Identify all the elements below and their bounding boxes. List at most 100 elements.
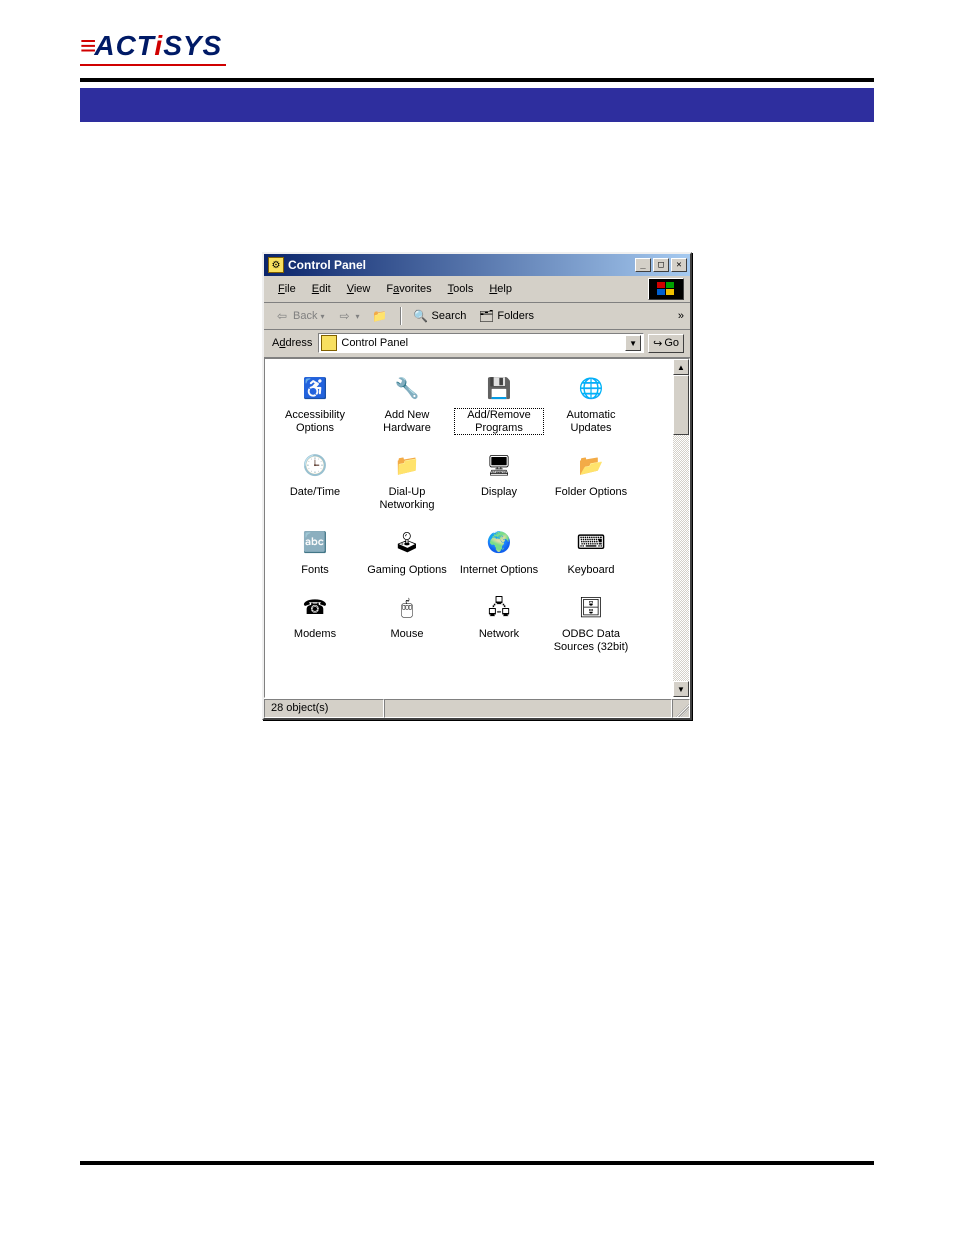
status-object-count: 28 object(s) bbox=[264, 699, 384, 718]
scroll-down-button[interactable]: ▼ bbox=[673, 681, 689, 697]
up-button[interactable]: 📁 bbox=[368, 306, 392, 326]
address-dropdown-icon[interactable]: ▼ bbox=[625, 335, 641, 351]
vertical-scrollbar[interactable]: ▲ ▼ bbox=[673, 359, 689, 697]
item-label: Network bbox=[455, 628, 543, 641]
toolbar-separator bbox=[400, 307, 401, 325]
item-label: Automatic Updates bbox=[547, 409, 635, 434]
control-panel-item[interactable]: 📁 Dial-Up Networking bbox=[361, 444, 453, 521]
item-label: Fonts bbox=[271, 564, 359, 577]
menu-edit[interactable]: Edit bbox=[304, 281, 339, 297]
item-icon: 🕒 bbox=[299, 450, 331, 482]
address-value: Control Panel bbox=[341, 337, 625, 349]
menu-tools[interactable]: Tools bbox=[440, 281, 482, 297]
go-label: Go bbox=[664, 337, 679, 349]
item-icon: 🖥 bbox=[483, 450, 515, 482]
search-label: Search bbox=[432, 310, 467, 322]
toolbar-overflow[interactable]: » bbox=[678, 310, 684, 322]
back-dropdown-icon: ▾ bbox=[320, 312, 324, 321]
menu-file[interactable]: File bbox=[270, 281, 304, 297]
item-label: Mouse bbox=[363, 628, 451, 641]
item-icon: 🖧 bbox=[483, 592, 515, 624]
control-panel-item[interactable]: 🕒 Date/Time bbox=[269, 444, 361, 521]
menu-help[interactable]: Help bbox=[481, 281, 520, 297]
address-icon bbox=[321, 335, 337, 351]
go-button[interactable]: ↪ Go bbox=[648, 334, 684, 353]
windows-flag-icon[interactable] bbox=[648, 278, 684, 300]
item-label: Internet Options bbox=[455, 564, 543, 577]
control-panel-item[interactable]: 🌐 Automatic Updates bbox=[545, 367, 637, 444]
back-arrow-icon: ⇦ bbox=[274, 308, 290, 324]
titlebar[interactable]: ⚙ Control Panel _ □ ✕ bbox=[264, 254, 690, 276]
item-icon: 🖱 bbox=[391, 592, 423, 624]
control-panel-item[interactable]: ☎ Modems bbox=[269, 586, 361, 663]
item-label: Accessibility Options bbox=[271, 409, 359, 434]
folders-label: Folders bbox=[497, 310, 534, 322]
item-icon: ⌨ bbox=[575, 528, 607, 560]
back-button[interactable]: ⇦ Back ▾ bbox=[270, 306, 328, 326]
item-label: Folder Options bbox=[547, 486, 635, 499]
control-panel-item[interactable]: 🖧 Network bbox=[453, 586, 545, 663]
forward-button[interactable]: ⇨ ▾ bbox=[332, 306, 363, 326]
item-icon: 🌐 bbox=[575, 373, 607, 405]
item-label: ODBC Data Sources (32bit) bbox=[547, 628, 635, 653]
item-icon: ♿ bbox=[299, 373, 331, 405]
menubar: File Edit View Favorites Tools Help bbox=[264, 276, 690, 303]
control-panel-item[interactable]: ♿ Accessibility Options bbox=[269, 367, 361, 444]
forward-dropdown-icon: ▾ bbox=[355, 312, 359, 321]
icon-view: ♿Accessibility Options🔧Add New Hardware💾… bbox=[264, 358, 690, 698]
control-panel-item[interactable]: 🖱 Mouse bbox=[361, 586, 453, 663]
control-panel-item[interactable]: 🌍Internet Options bbox=[453, 522, 545, 587]
section-header-bar bbox=[80, 88, 874, 122]
item-label: Display bbox=[455, 486, 543, 499]
toolbar: ⇦ Back ▾ ⇨ ▾ 📁 🔍 Search 🗂 bbox=[264, 303, 690, 330]
item-icon: 💾 bbox=[483, 373, 515, 405]
item-icon: 🔧 bbox=[391, 373, 423, 405]
scroll-track[interactable] bbox=[673, 375, 689, 681]
actisys-logo: ≡ACTiSYS bbox=[80, 30, 226, 66]
item-label: Date/Time bbox=[271, 486, 359, 499]
control-panel-icon: ⚙ bbox=[268, 257, 284, 273]
minimize-button[interactable]: _ bbox=[635, 258, 651, 272]
item-label: Keyboard bbox=[547, 564, 635, 577]
address-combo[interactable]: Control Panel ▼ bbox=[318, 333, 644, 353]
item-label: Dial-Up Networking bbox=[363, 486, 451, 511]
menu-favorites[interactable]: Favorites bbox=[378, 281, 439, 297]
item-label: Modems bbox=[271, 628, 359, 641]
window-title: Control Panel bbox=[288, 258, 633, 272]
top-rule bbox=[80, 78, 874, 82]
statusbar: 28 object(s) bbox=[264, 698, 690, 718]
logo-stripes-icon: ≡ bbox=[80, 30, 92, 61]
folder-up-icon: 📁 bbox=[372, 308, 388, 324]
control-panel-item[interactable]: 📂 Folder Options bbox=[545, 444, 637, 521]
control-panel-item[interactable]: ⌨ Keyboard bbox=[545, 522, 637, 587]
back-label: Back bbox=[293, 310, 317, 322]
item-icon: 🕹 bbox=[391, 528, 423, 560]
item-label: Add New Hardware bbox=[363, 409, 451, 434]
control-panel-item[interactable]: 🔤Fonts bbox=[269, 522, 361, 587]
scroll-thumb[interactable] bbox=[673, 375, 689, 435]
forward-arrow-icon: ⇨ bbox=[336, 308, 352, 324]
address-label: Address bbox=[270, 337, 314, 349]
item-icon: 🗄 bbox=[575, 592, 607, 624]
control-panel-window: ⚙ Control Panel _ □ ✕ File Edit View Fav… bbox=[262, 252, 692, 720]
control-panel-item[interactable]: 🖥 Display bbox=[453, 444, 545, 521]
folders-button[interactable]: 🗂 Folders bbox=[474, 306, 538, 326]
item-label: Add/Remove Programs bbox=[455, 409, 543, 434]
address-bar: Address Control Panel ▼ ↪ Go bbox=[264, 330, 690, 358]
control-panel-item[interactable]: 🕹Gaming Options bbox=[361, 522, 453, 587]
bottom-rule bbox=[80, 1161, 874, 1165]
search-button[interactable]: 🔍 Search bbox=[409, 306, 471, 326]
item-icon: ☎ bbox=[299, 592, 331, 624]
item-icon: 📁 bbox=[391, 450, 423, 482]
item-icon: 📂 bbox=[575, 450, 607, 482]
control-panel-item[interactable]: 🔧 Add New Hardware bbox=[361, 367, 453, 444]
control-panel-item[interactable]: 🗄 ODBC Data Sources (32bit) bbox=[545, 586, 637, 663]
close-button[interactable]: ✕ bbox=[671, 258, 687, 272]
resize-grip-icon[interactable] bbox=[672, 699, 690, 718]
control-panel-item[interactable]: 💾 Add/Remove Programs bbox=[453, 367, 545, 444]
maximize-button[interactable]: □ bbox=[653, 258, 669, 272]
menu-view[interactable]: View bbox=[339, 281, 379, 297]
status-spacer bbox=[384, 699, 672, 718]
folders-icon: 🗂 bbox=[478, 308, 494, 324]
scroll-up-button[interactable]: ▲ bbox=[673, 359, 689, 375]
